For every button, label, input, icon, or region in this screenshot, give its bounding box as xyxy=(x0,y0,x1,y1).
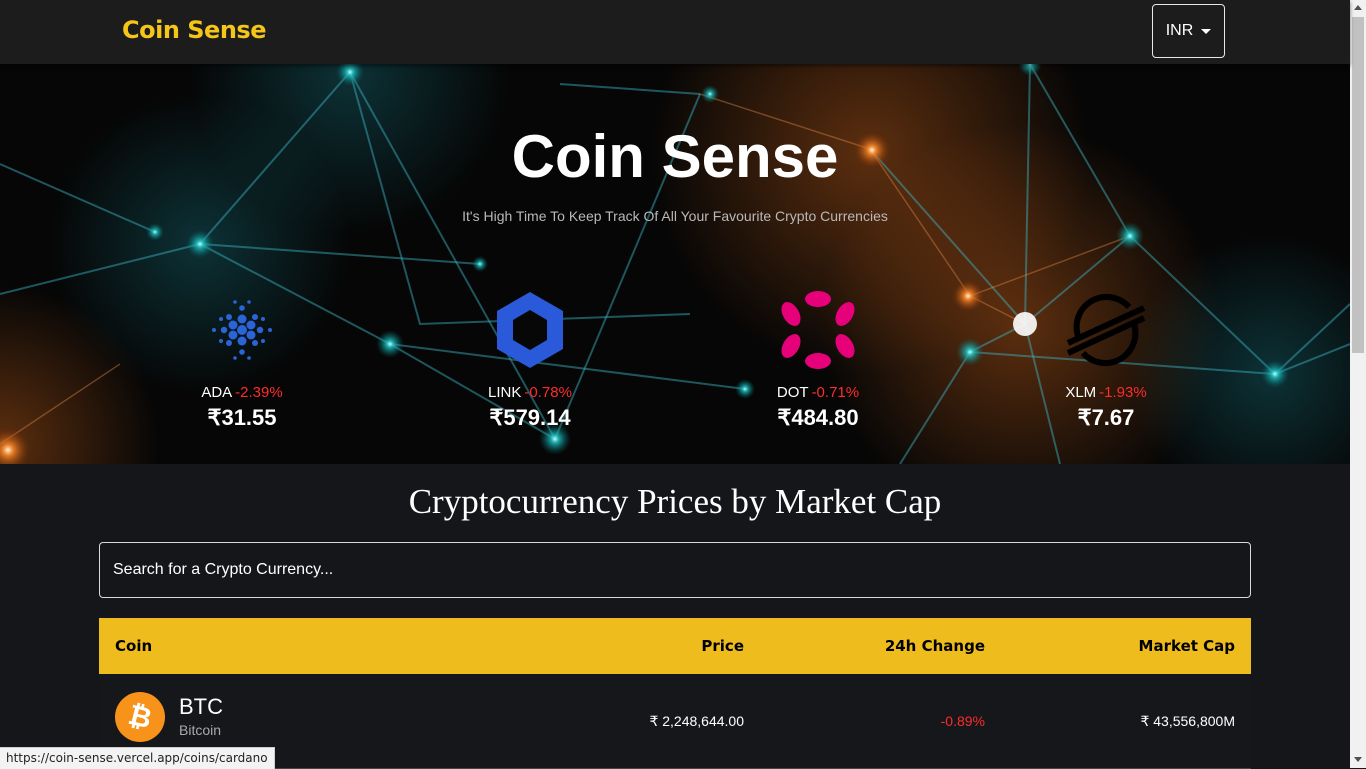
coin-symbol: ADA xyxy=(201,384,233,401)
scroll-up-icon[interactable] xyxy=(1354,5,1362,10)
vertical-scrollbar[interactable] xyxy=(1350,0,1366,768)
bitcoin-icon: ₿ xyxy=(115,692,165,742)
currency-select[interactable]: INR xyxy=(1152,4,1225,58)
brand-logo-text[interactable]: Coin Sense xyxy=(122,16,266,44)
top-navbar: Coin Sense INR xyxy=(0,0,1350,64)
trending-coin-xlm[interactable]: XLM -1.93% ₹7.67 xyxy=(1006,290,1206,431)
hero-title: Coin Sense xyxy=(511,123,839,190)
trending-coin-link[interactable]: LINK -0.78% ₹579.14 xyxy=(430,290,630,431)
coin-change: -0.78% xyxy=(524,384,572,401)
column-header-change[interactable]: 24h Change xyxy=(885,637,985,655)
stellar-icon xyxy=(1066,294,1146,366)
coin-symbol: LINK xyxy=(488,384,522,401)
currency-select-value: INR xyxy=(1165,22,1194,39)
chevron-down-icon xyxy=(1201,28,1212,34)
cardano-icon xyxy=(212,300,272,360)
coin-price: ₹31.55 xyxy=(207,405,277,430)
coin-symbol: DOT xyxy=(776,384,809,401)
coin-change: -0.71% xyxy=(811,384,860,401)
coin-price: ₹484.80 xyxy=(777,405,859,430)
coin-name: Bitcoin xyxy=(179,722,222,738)
column-header-coin[interactable]: Coin xyxy=(115,637,152,655)
column-header-market-cap[interactable]: Market Cap xyxy=(1139,637,1235,655)
section-title: Cryptocurrency Prices by Market Cap xyxy=(408,482,942,521)
column-header-price[interactable]: Price xyxy=(701,637,744,655)
trending-coin-ada[interactable]: ADA -2.39% ₹31.55 xyxy=(142,290,342,431)
trending-coin-dot[interactable]: DOT -0.71% ₹484.80 xyxy=(718,290,918,431)
coin-price: ₹579.14 xyxy=(489,405,571,430)
coin-symbol: BTC xyxy=(179,694,223,719)
search-input[interactable] xyxy=(99,542,1251,598)
coin-change: -1.93% xyxy=(1099,384,1147,401)
coin-change: -2.39% xyxy=(235,384,283,401)
coin-price: ₹ 2,248,644.00 xyxy=(649,713,744,729)
scrollbar-thumb[interactable] xyxy=(1352,17,1364,353)
hero-subtitle: It's High Time To Keep Track Of All Your… xyxy=(462,208,888,224)
coin-symbol: XLM xyxy=(1065,384,1097,401)
link-preview-status: https://coin-sense.vercel.app/coins/card… xyxy=(0,747,275,769)
hero-banner: Coin Sense It's High Time To Keep Track … xyxy=(0,64,1350,464)
coin-market-cap: ₹ 43,556,800M xyxy=(1140,713,1235,729)
table-header: Coin Price 24h Change Market Cap xyxy=(99,618,1251,674)
chainlink-icon xyxy=(497,292,563,368)
coin-price: ₹7.67 xyxy=(1077,405,1135,430)
scroll-down-icon[interactable] xyxy=(1354,757,1362,762)
polkadot-icon xyxy=(781,291,855,369)
coin-change: -0.89% xyxy=(940,713,985,729)
